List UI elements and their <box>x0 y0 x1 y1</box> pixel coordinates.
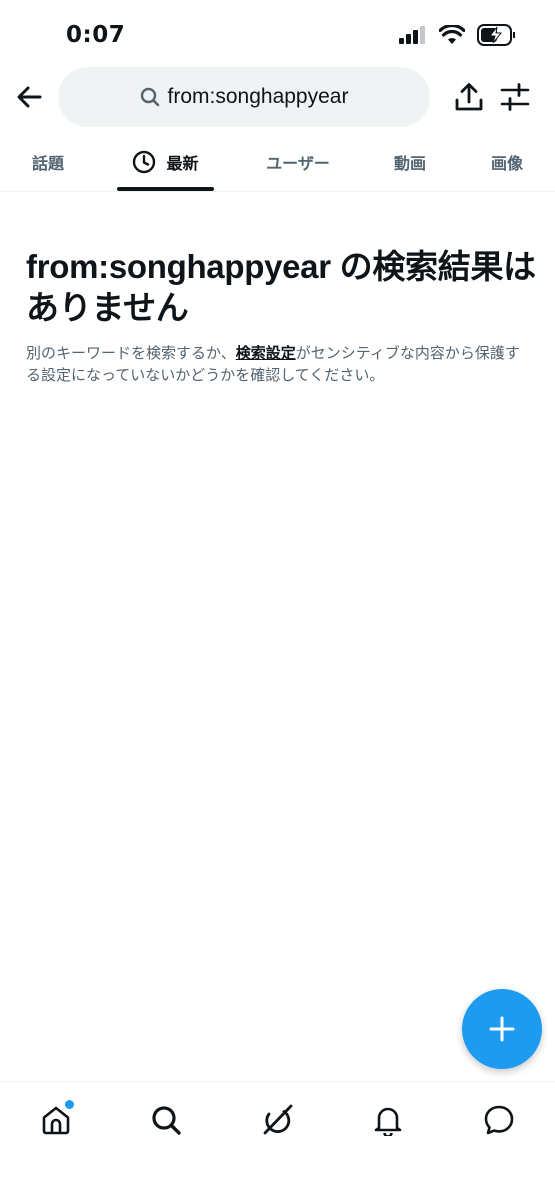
tab-users[interactable]: ユーザー <box>248 132 348 192</box>
search-input[interactable]: from:songhappyear <box>58 67 430 127</box>
search-icon <box>152 1106 181 1135</box>
bottom-navigation <box>0 1081 555 1200</box>
active-tab-indicator <box>117 187 214 191</box>
tab-label: 動画 <box>393 154 426 173</box>
search-tabs: 話題 最新 ユーザー 動画 画像 <box>0 132 555 192</box>
battery-charging-icon <box>477 24 517 50</box>
nav-grok[interactable] <box>255 1098 299 1142</box>
status-bar: 0:07 <box>0 0 555 62</box>
tab-label: 画像 <box>490 154 523 173</box>
tab-videos[interactable]: 動画 <box>372 132 448 192</box>
search-header: from:songhappyear <box>0 62 555 132</box>
status-time: 0:07 <box>66 22 126 48</box>
bell-icon <box>374 1107 402 1136</box>
empty-state-title: from:songhappyear の検索結果はありません <box>26 248 536 326</box>
nav-search[interactable] <box>144 1098 188 1142</box>
sliders-icon <box>500 83 530 111</box>
plus-icon <box>489 1016 515 1042</box>
empty-state-description: 別のキーワードを検索するか、検索設定がセンシティブな内容から保護する設定になって… <box>26 342 531 386</box>
compose-post-button[interactable] <box>462 989 542 1069</box>
share-icon <box>455 83 483 111</box>
search-query: from:songhappyear <box>167 85 349 108</box>
tab-trending[interactable]: 話題 <box>10 132 86 192</box>
notification-dot <box>65 1100 74 1109</box>
empty-desc-before: 別のキーワードを検索するか、 <box>26 344 236 362</box>
wifi-icon <box>438 23 466 49</box>
grok-icon <box>263 1104 293 1135</box>
tab-images[interactable]: 画像 <box>469 132 545 192</box>
back-button[interactable] <box>12 80 46 114</box>
tab-label: 話題 <box>31 154 64 173</box>
tab-latest[interactable]: 最新 <box>117 132 214 192</box>
messages-icon <box>484 1105 514 1135</box>
nav-home[interactable] <box>34 1098 78 1142</box>
search-icon <box>140 87 159 107</box>
search-filter-button[interactable] <box>498 79 532 115</box>
signal-icon <box>399 26 427 48</box>
status-icons <box>399 23 517 50</box>
clock-icon <box>133 150 156 174</box>
nav-messages[interactable] <box>477 1098 521 1142</box>
tab-label: 最新 <box>166 154 199 173</box>
back-arrow-icon <box>17 86 42 108</box>
nav-notifications[interactable] <box>366 1098 410 1142</box>
tab-label: ユーザー <box>266 154 330 173</box>
search-settings-link[interactable]: 検索設定 <box>236 344 296 362</box>
share-button[interactable] <box>452 79 486 115</box>
